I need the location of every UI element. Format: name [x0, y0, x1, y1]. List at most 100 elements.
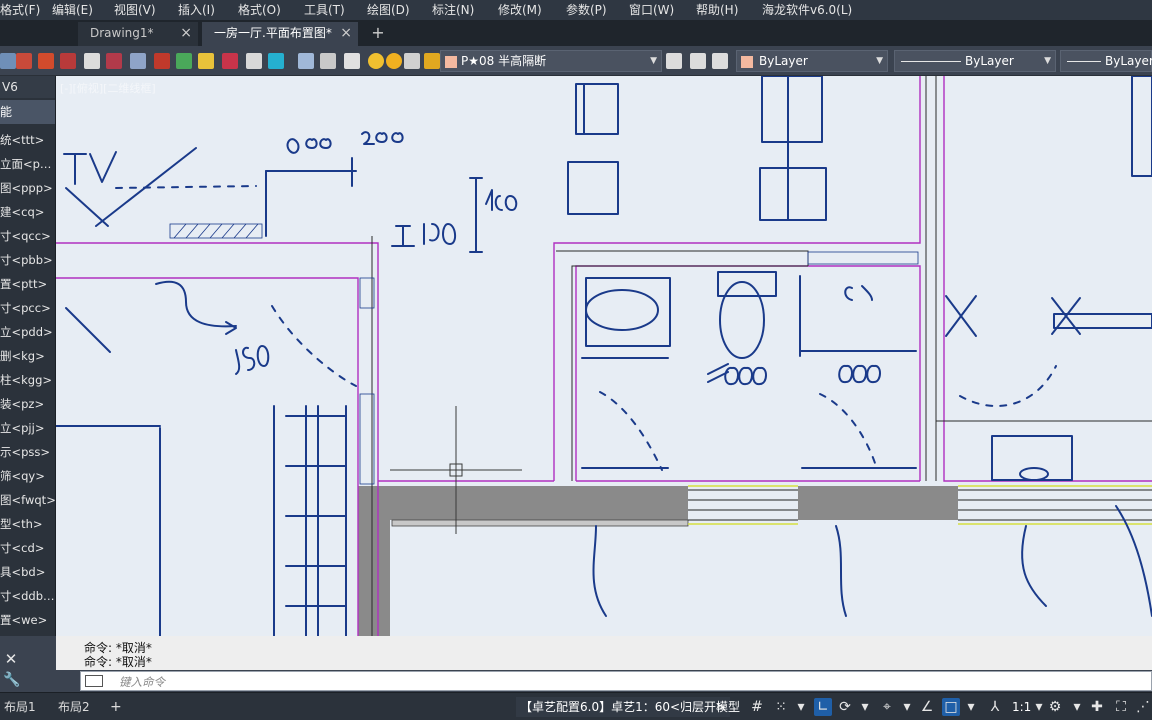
menu-help[interactable]: 帮助(H) — [696, 0, 738, 20]
menu-edit[interactable]: 编辑(E) — [52, 0, 93, 20]
graph-icon[interactable]: ⋰ — [1134, 698, 1152, 716]
tab-floor-plan[interactable]: 一房一厅.平面布置图* × — [202, 22, 358, 46]
chevron-down-icon[interactable]: ▾ — [1068, 698, 1086, 716]
layer-tool-icon[interactable] — [690, 53, 706, 69]
palette-item[interactable]: 置<ptt> — [0, 272, 55, 296]
tool-icon[interactable] — [246, 53, 262, 69]
tool-icon[interactable] — [154, 53, 170, 69]
color-dropdown[interactable]: ByLayer ▼ — [736, 50, 888, 72]
close-icon[interactable]: ✕ — [0, 650, 22, 668]
tab-drawing1[interactable]: Drawing1* × — [78, 22, 198, 46]
floor-plan-drawing[interactable] — [56, 76, 1152, 636]
tool-icon[interactable] — [268, 53, 284, 69]
paper-background — [56, 76, 1152, 636]
chevron-down-icon[interactable]: ▾ — [856, 698, 874, 716]
menu-hailong[interactable]: 海龙软件v6.0(L) — [762, 0, 852, 20]
menu-parametric[interactable]: 参数(P) — [566, 0, 607, 20]
tool-icon[interactable] — [60, 53, 76, 69]
lightbulb-icon[interactable] — [368, 53, 384, 69]
linetype-dropdown[interactable]: ByLayer ▼ — [894, 50, 1056, 72]
tool-icon[interactable] — [130, 53, 146, 69]
palette-item[interactable]: 图<ppp> — [0, 176, 55, 200]
tool-icon[interactable] — [38, 53, 54, 69]
osnap-icon[interactable]: □ — [942, 698, 960, 716]
palette-header[interactable]: 能 — [0, 100, 55, 124]
palette-item[interactable]: 建<cq> — [0, 200, 55, 224]
drawing-canvas[interactable]: [-][俯视][二维线框] — [56, 76, 1152, 636]
palette-item[interactable]: 筛<qy> — [0, 464, 55, 488]
isodraft-icon[interactable]: ⌖ — [878, 698, 896, 716]
grid-icon[interactable]: # — [748, 698, 766, 716]
tool-icon[interactable] — [0, 53, 16, 69]
palette-item[interactable]: 寸<pcc> — [0, 296, 55, 320]
lock-icon[interactable] — [424, 53, 440, 69]
annotation-icon[interactable]: ⅄ — [986, 698, 1004, 716]
tool-icon[interactable] — [344, 53, 360, 69]
menu-format-partial[interactable]: 格式(F) — [0, 0, 40, 20]
config-status[interactable]: 【卓艺配置6.0】卓艺1：60<归层开> — [516, 697, 731, 717]
gear-icon[interactable]: ⚙ — [1046, 698, 1064, 716]
tool-icon[interactable] — [176, 53, 192, 69]
palette-item[interactable]: 置<we> — [0, 608, 55, 632]
menu-view[interactable]: 视图(V) — [114, 0, 156, 20]
tool-icon[interactable] — [404, 53, 420, 69]
tab-layout1[interactable]: 布局1 — [4, 696, 36, 718]
close-icon[interactable]: × — [180, 22, 192, 45]
palette-item[interactable]: 图<fwqt> — [0, 488, 55, 512]
model-space-button[interactable]: 模型 — [716, 697, 740, 717]
palette-item[interactable]: 示<pss> — [0, 440, 55, 464]
command-input[interactable]: 键入命令 — [80, 671, 1152, 691]
add-layout-button[interactable]: + — [110, 696, 122, 718]
sun-icon[interactable] — [386, 53, 402, 69]
menu-format[interactable]: 格式(O) — [238, 0, 281, 20]
menu-dimension[interactable]: 标注(N) — [432, 0, 474, 20]
palette-item[interactable]: 统<ttt> — [0, 128, 55, 152]
palette-item[interactable]: 具<bd> — [0, 560, 55, 584]
tool-icon[interactable] — [222, 53, 238, 69]
snap-icon[interactable]: ⁙ — [772, 698, 790, 716]
chevron-down-icon[interactable]: ▾ — [962, 698, 980, 716]
menu-modify[interactable]: 修改(M) — [498, 0, 542, 20]
chevron-down-icon[interactable]: ▾ — [898, 698, 916, 716]
palette-item[interactable]: 寸<qcc> — [0, 224, 55, 248]
lineweight-dropdown[interactable]: ByLayer — [1060, 50, 1152, 72]
tool-icon[interactable] — [106, 53, 122, 69]
prompt-icon[interactable] — [85, 675, 103, 687]
tool-icon[interactable] — [298, 53, 314, 69]
palette-item[interactable]: 装<pz> — [0, 392, 55, 416]
wrench-icon[interactable]: 🔧 — [0, 672, 24, 692]
chevron-down-icon[interactable]: ▾ — [792, 698, 810, 716]
palette-item[interactable]: 立<pjj> — [0, 416, 55, 440]
tool-icon[interactable] — [16, 53, 32, 69]
menu-insert[interactable]: 插入(I) — [178, 0, 215, 20]
palette-item[interactable]: 寸<cd> — [0, 536, 55, 560]
plus-icon[interactable]: ✚ — [1088, 698, 1106, 716]
angle-icon[interactable]: ∠ — [918, 698, 936, 716]
palette-item[interactable]: 立面<p… — [0, 152, 55, 176]
polar-icon[interactable]: ⟳ — [836, 698, 854, 716]
status-bar: 布局1 布局2 + 【卓艺配置6.0】卓艺1：60<归层开> 模型 # ⁙ ▾ … — [0, 692, 1152, 720]
layer-tool-icon[interactable] — [666, 53, 682, 69]
menu-tools[interactable]: 工具(T) — [304, 0, 345, 20]
palette-item[interactable]: 柱<kgg> — [0, 368, 55, 392]
ortho-icon[interactable]: ∟ — [814, 698, 832, 716]
palette-item[interactable]: 寸<pbb> — [0, 248, 55, 272]
palette-item[interactable]: 型<th> — [0, 512, 55, 536]
menu-window[interactable]: 窗口(W) — [629, 0, 674, 20]
palette-item[interactable]: 删<kg> — [0, 344, 55, 368]
tool-icon[interactable] — [320, 53, 336, 69]
tool-icon[interactable] — [84, 53, 100, 69]
annotation-scale[interactable]: 1:1 — [1012, 697, 1031, 717]
hardware-icon[interactable]: ⛶ — [1112, 698, 1130, 716]
viewport-label[interactable]: [-][俯视][二维线框] — [60, 80, 156, 96]
line-sample — [1067, 61, 1101, 62]
new-tab-button[interactable]: + — [368, 22, 388, 44]
tab-layout2[interactable]: 布局2 — [58, 696, 90, 718]
palette-item[interactable]: 寸<ddb… — [0, 584, 55, 608]
close-icon[interactable]: × — [340, 22, 352, 45]
layer-tool-icon[interactable] — [712, 53, 728, 69]
menu-draw[interactable]: 绘图(D) — [367, 0, 410, 20]
tool-icon[interactable] — [198, 53, 214, 69]
palette-item[interactable]: 立<pdd> — [0, 320, 55, 344]
layer-dropdown[interactable]: P★08 半高隔断 ▼ — [440, 50, 662, 72]
